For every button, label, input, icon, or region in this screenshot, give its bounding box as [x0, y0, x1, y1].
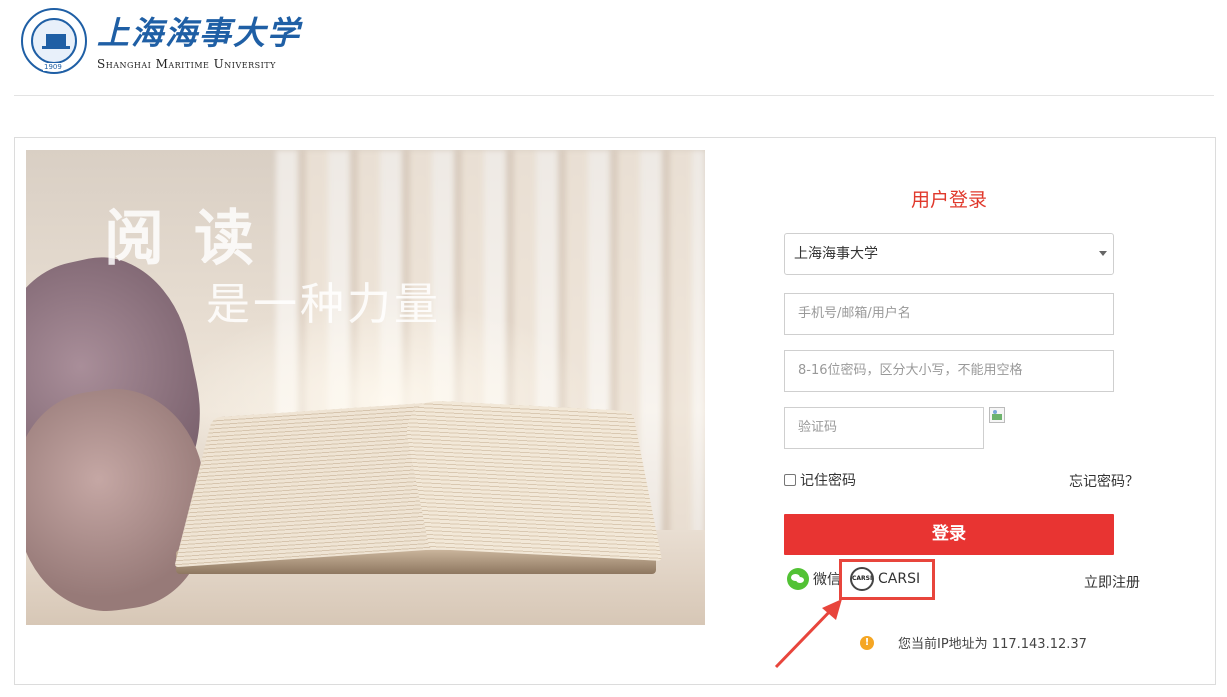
- captcha-input[interactable]: 验证码: [784, 407, 984, 449]
- captcha-image-icon[interactable]: [989, 407, 1005, 423]
- remember-checkbox[interactable]: [784, 474, 796, 486]
- wechat-label[interactable]: 微信: [813, 569, 841, 589]
- login-button[interactable]: 登录: [784, 514, 1114, 555]
- password-input[interactable]: 8-16位密码，区分大小写，不能用空格: [784, 350, 1114, 392]
- carsi-label[interactable]: CARSI: [878, 571, 920, 587]
- carsi-globe-icon[interactable]: CARSI: [850, 567, 874, 591]
- book-pages-right: [399, 399, 663, 561]
- hero-subline: 是一种力量: [206, 279, 441, 330]
- institution-select[interactable]: 上海海事大学: [784, 233, 1114, 275]
- seal-year: 1909: [43, 63, 63, 71]
- hero-image: 阅读 是一种力量: [26, 150, 705, 625]
- wechat-icon[interactable]: [787, 568, 809, 590]
- remember-label[interactable]: 记住密码: [800, 470, 856, 490]
- ip-notice-text: 您当前IP地址为 117.143.12.37: [898, 637, 1087, 652]
- remember-password[interactable]: 记住密码: [784, 470, 856, 490]
- ship-emblem-icon: [42, 34, 70, 49]
- ip-notice: ! 您当前IP地址为 117.143.12.37: [860, 633, 1087, 652]
- annotation-arrow-icon: [774, 599, 842, 669]
- school-name-cn[interactable]: 上海海事大学: [97, 8, 301, 54]
- seal-inner-emblem: [31, 18, 77, 64]
- site-header: 1909 上海海事大学 Shanghai Maritime University: [0, 0, 1227, 96]
- forgot-password-link[interactable]: 忘记密码？: [1069, 471, 1139, 491]
- hero-headline: 阅读: [104, 204, 284, 274]
- university-seal-icon[interactable]: 1909: [21, 8, 87, 74]
- carsi-login[interactable]: CARSI CARSI: [850, 567, 920, 591]
- login-title: 用户登录: [910, 189, 987, 211]
- institution-select-value: 上海海事大学: [794, 246, 878, 262]
- chevron-down-icon: [1099, 251, 1107, 256]
- wechat-login[interactable]: 微信: [787, 568, 841, 590]
- register-link[interactable]: 立即注册: [1084, 572, 1140, 592]
- header-divider: [14, 95, 1214, 96]
- warning-icon: !: [860, 635, 874, 650]
- school-name-en: Shanghai Maritime University: [97, 57, 276, 71]
- username-input[interactable]: 手机号/邮箱/用户名: [784, 293, 1114, 335]
